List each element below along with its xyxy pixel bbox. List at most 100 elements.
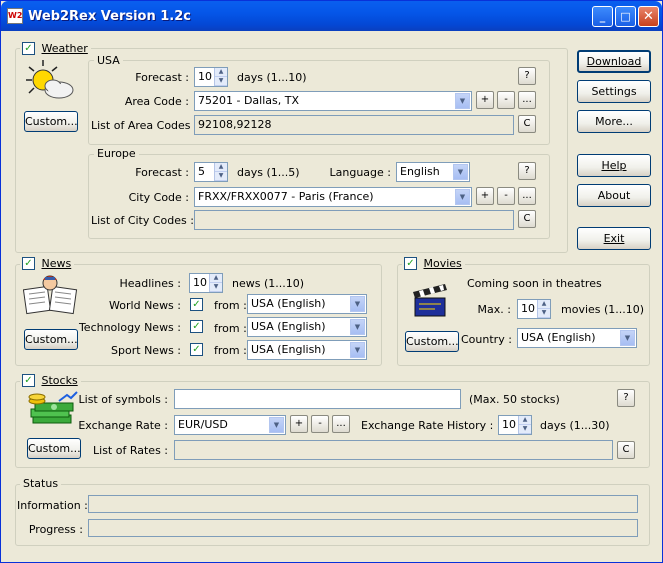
chevron-down-icon[interactable]: ▼ bbox=[620, 330, 635, 346]
movies-country-label: Country : bbox=[461, 333, 512, 346]
usa-area-code-value: 75201 - Dallas, TX bbox=[198, 94, 299, 107]
stocks-help-button[interactable]: ? bbox=[617, 389, 635, 407]
spin-arrows-icon[interactable]: ▲ ▼ bbox=[537, 300, 550, 318]
settings-button[interactable]: Settings bbox=[577, 80, 651, 103]
spin-arrows-icon[interactable]: ▲ ▼ bbox=[518, 416, 531, 434]
exit-button[interactable]: Exit bbox=[577, 227, 651, 250]
europe-browse-button[interactable]: ... bbox=[518, 187, 536, 205]
europe-forecast-value: 5 bbox=[198, 165, 205, 178]
news-headlines-stepper[interactable]: 10 ▲ ▼ bbox=[189, 273, 223, 293]
usa-browse-button[interactable]: ... bbox=[518, 91, 536, 109]
status-progress-bar bbox=[88, 519, 638, 537]
help-label: Help bbox=[601, 159, 627, 172]
usa-add-button[interactable]: + bbox=[476, 91, 494, 109]
about-button[interactable]: About bbox=[577, 184, 651, 207]
europe-help-button[interactable]: ? bbox=[518, 162, 536, 180]
stocks-symbols-label: List of symbols : bbox=[78, 393, 168, 406]
stocks-exchange-value: EUR/USD bbox=[178, 418, 228, 431]
chevron-down-icon[interactable]: ▼ bbox=[455, 189, 470, 205]
europe-clear-button[interactable]: C bbox=[518, 210, 536, 228]
europe-language-value: English bbox=[400, 165, 440, 178]
usa-remove-button[interactable]: - bbox=[497, 91, 515, 109]
europe-forecast-range: days (1...5) bbox=[237, 166, 300, 179]
sport-news-checkbox[interactable]: ✓ bbox=[190, 343, 203, 356]
usa-forecast-range: days (1...10) bbox=[237, 71, 307, 84]
world-news-select[interactable]: USA (English) ▼ bbox=[247, 294, 367, 314]
europe-forecast-stepper[interactable]: 5 ▲ ▼ bbox=[194, 162, 228, 182]
usa-area-code-select[interactable]: 75201 - Dallas, TX ▼ bbox=[194, 91, 472, 111]
movies-country-select[interactable]: USA (English) ▼ bbox=[517, 328, 637, 348]
chevron-down-icon[interactable]: ▼ bbox=[453, 164, 468, 180]
chevron-down-icon[interactable]: ▼ bbox=[350, 296, 365, 312]
status-legend: Status bbox=[20, 477, 62, 490]
stocks-history-stepper[interactable]: 10 ▲ ▼ bbox=[498, 415, 532, 435]
maximize-button[interactable]: □ bbox=[615, 6, 636, 27]
technology-news-from-label: from : bbox=[214, 322, 247, 335]
movies-label: Movies bbox=[423, 257, 462, 270]
stocks-remove-button[interactable]: - bbox=[311, 415, 329, 433]
stocks-rates-field[interactable] bbox=[174, 440, 613, 460]
europe-legend: Europe bbox=[94, 147, 139, 160]
chevron-down-icon[interactable]: ▼ bbox=[269, 417, 284, 433]
europe-city-code-select[interactable]: FRXX/FRXX0077 - Paris (France) ▼ bbox=[194, 187, 472, 207]
world-news-checkbox[interactable]: ✓ bbox=[190, 298, 203, 311]
stocks-label: Stocks bbox=[41, 374, 78, 387]
stocks-add-button[interactable]: + bbox=[290, 415, 308, 433]
weather-custom-button[interactable]: Custom... bbox=[24, 111, 78, 132]
news-label: News bbox=[41, 257, 72, 270]
minimize-button[interactable]: _ bbox=[592, 6, 613, 27]
settings-label: Settings bbox=[591, 85, 637, 98]
stocks-symbols-input[interactable] bbox=[174, 389, 461, 409]
spin-arrows-icon[interactable]: ▲ ▼ bbox=[209, 274, 222, 292]
stocks-exchange-label: Exchange Rate : bbox=[78, 419, 168, 432]
usa-list-field[interactable]: 92108,92128 bbox=[194, 115, 514, 135]
title-bar[interactable]: W2R Web2Rex Version 1.2c _ □ ✕ bbox=[1, 1, 662, 31]
spin-arrows-icon[interactable]: ▲ ▼ bbox=[214, 68, 227, 86]
more-button[interactable]: More... bbox=[577, 110, 651, 133]
stocks-exchange-select[interactable]: EUR/USD ▼ bbox=[174, 415, 286, 435]
status-progress-label: Progress : bbox=[28, 523, 83, 536]
usa-forecast-stepper[interactable]: 10 ▲ ▼ bbox=[194, 67, 228, 87]
news-checkbox[interactable]: ✓ bbox=[22, 257, 35, 270]
news-headlines-value: 10 bbox=[193, 276, 207, 289]
europe-language-select[interactable]: English ▼ bbox=[396, 162, 470, 182]
newspaper-reader-icon bbox=[23, 275, 78, 315]
window-title: Web2Rex Version 1.2c bbox=[28, 9, 192, 24]
help-button[interactable]: Help bbox=[577, 154, 651, 177]
chevron-down-icon[interactable]: ▼ bbox=[455, 93, 470, 109]
technology-news-checkbox[interactable]: ✓ bbox=[190, 320, 203, 333]
stocks-rates-label: List of Rates : bbox=[93, 444, 168, 457]
movies-max-stepper[interactable]: 10 ▲ ▼ bbox=[517, 299, 551, 319]
sport-news-select[interactable]: USA (English) ▼ bbox=[247, 340, 367, 360]
chevron-down-icon[interactable]: ▼ bbox=[350, 342, 365, 358]
europe-city-code-label: City Code : bbox=[128, 191, 189, 204]
stocks-browse-button[interactable]: ... bbox=[332, 415, 350, 433]
status-information-field bbox=[88, 495, 638, 513]
download-button[interactable]: Download bbox=[577, 50, 651, 73]
technology-news-select[interactable]: USA (English) ▼ bbox=[247, 317, 367, 337]
usa-clear-button[interactable]: C bbox=[518, 115, 536, 133]
europe-add-button[interactable]: + bbox=[476, 187, 494, 205]
weather-checkbox[interactable]: ✓ bbox=[22, 42, 35, 55]
movies-country-value: USA (English) bbox=[521, 331, 596, 344]
usa-area-code-label: Area Code : bbox=[124, 95, 189, 108]
stocks-history-value: 10 bbox=[502, 418, 516, 431]
stocks-history-label: Exchange Rate History : bbox=[361, 419, 494, 432]
stocks-symbols-note: (Max. 50 stocks) bbox=[469, 393, 560, 406]
stocks-checkbox[interactable]: ✓ bbox=[22, 374, 35, 387]
chevron-down-icon[interactable]: ▼ bbox=[350, 319, 365, 335]
usa-help-button[interactable]: ? bbox=[518, 67, 536, 85]
spin-arrows-icon[interactable]: ▲ ▼ bbox=[214, 163, 227, 181]
europe-remove-button[interactable]: - bbox=[497, 187, 515, 205]
movies-max-value: 10 bbox=[521, 302, 535, 315]
movies-checkbox[interactable]: ✓ bbox=[404, 257, 417, 270]
movies-custom-button[interactable]: Custom... bbox=[405, 331, 459, 352]
europe-list-field[interactable] bbox=[194, 210, 514, 230]
sport-news-value: USA (English) bbox=[251, 343, 326, 356]
news-custom-button[interactable]: Custom... bbox=[24, 329, 78, 350]
movies-max-range: movies (1...10) bbox=[561, 303, 645, 316]
europe-list-label: List of City Codes : bbox=[91, 214, 194, 227]
close-button[interactable]: ✕ bbox=[638, 6, 659, 27]
stocks-clear-button[interactable]: C bbox=[617, 441, 635, 459]
weather-sun-cloud-icon bbox=[26, 60, 74, 99]
